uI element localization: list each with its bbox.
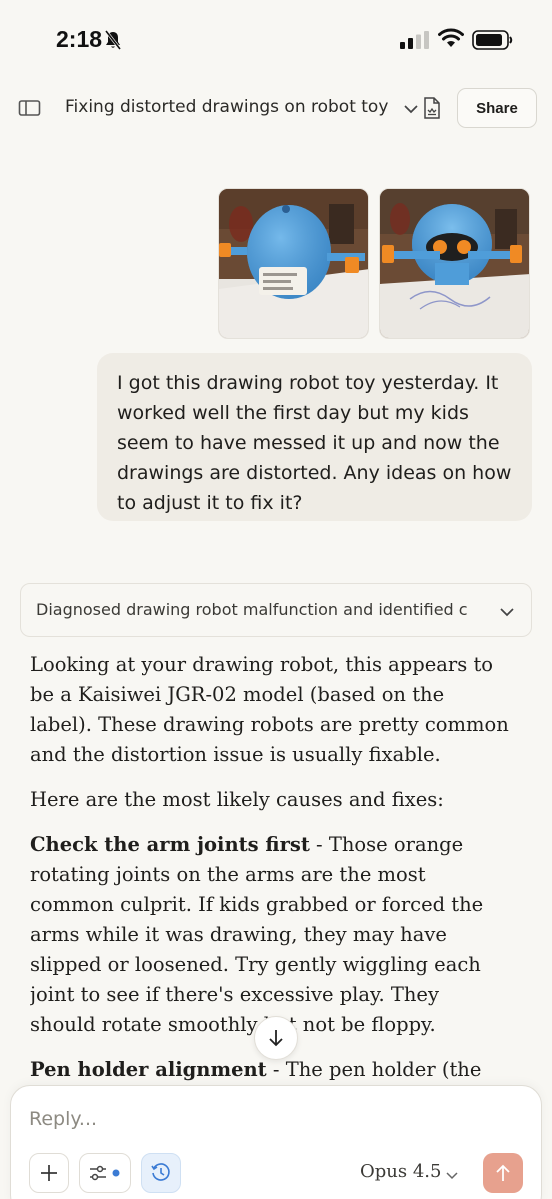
reply-input[interactable] <box>29 1104 509 1134</box>
add-attachment-button[interactable] <box>29 1153 69 1193</box>
tools-button[interactable] <box>79 1153 131 1193</box>
user-message-bubble: I got this drawing robot toy yesterday. … <box>97 353 532 521</box>
extended-thinking-button[interactable] <box>141 1153 181 1193</box>
document-icon[interactable] <box>423 96 441 124</box>
robot-photo-front <box>380 189 529 338</box>
composer: Opus 4.5 <box>10 1085 542 1199</box>
cellular-signal-icon <box>400 31 430 53</box>
model-selector[interactable]: Opus 4.5 <box>360 1161 441 1182</box>
chevron-down-icon[interactable] <box>499 603 515 622</box>
attachment-image[interactable] <box>379 188 530 339</box>
thinking-summary-text: Diagnosed drawing robot malfunction and … <box>36 600 468 619</box>
battery-icon <box>472 29 514 55</box>
chevron-down-icon[interactable] <box>403 100 419 119</box>
sliders-icon <box>90 1165 120 1181</box>
response-bold: Check the arm joints first <box>30 833 310 856</box>
conversation-header: Fixing distorted drawings on robot toy S… <box>0 78 552 140</box>
clock-history-icon <box>151 1163 170 1181</box>
arrow-down-icon <box>269 1030 283 1047</box>
conversation-title[interactable]: Fixing distorted drawings on robot toy <box>65 97 395 117</box>
response-paragraph: Pen holder alignment - The pen holder (t… <box>30 1055 510 1088</box>
chevron-down-icon[interactable] <box>445 1166 459 1185</box>
arrow-up-icon <box>496 1164 510 1181</box>
send-button[interactable] <box>483 1153 523 1193</box>
attachment-image[interactable] <box>218 188 369 339</box>
response-paragraph: Check the arm joints first - Those orang… <box>30 830 510 1040</box>
wifi-icon <box>438 28 464 52</box>
status-bar: 2:18 <box>0 0 552 78</box>
response-text: - Those orange rotating joints on the ar… <box>30 833 484 1036</box>
thinking-summary[interactable]: Diagnosed drawing robot malfunction and … <box>20 583 532 637</box>
user-message-text: I got this drawing robot toy yesterday. … <box>117 372 512 514</box>
response-paragraph: Looking at your drawing robot, this appe… <box>30 653 509 766</box>
robot-photo-back <box>219 189 368 338</box>
status-time: 2:18 <box>56 26 103 52</box>
plus-icon <box>41 1165 57 1181</box>
share-button[interactable]: Share <box>457 88 537 128</box>
scroll-to-bottom-button[interactable] <box>254 1016 298 1060</box>
response-bold: Pen holder alignment <box>30 1058 267 1081</box>
response-paragraph: Here are the most likely causes and fixe… <box>30 788 444 811</box>
bell-muted-icon <box>104 30 122 54</box>
sidebar-toggle-icon[interactable] <box>18 98 42 118</box>
